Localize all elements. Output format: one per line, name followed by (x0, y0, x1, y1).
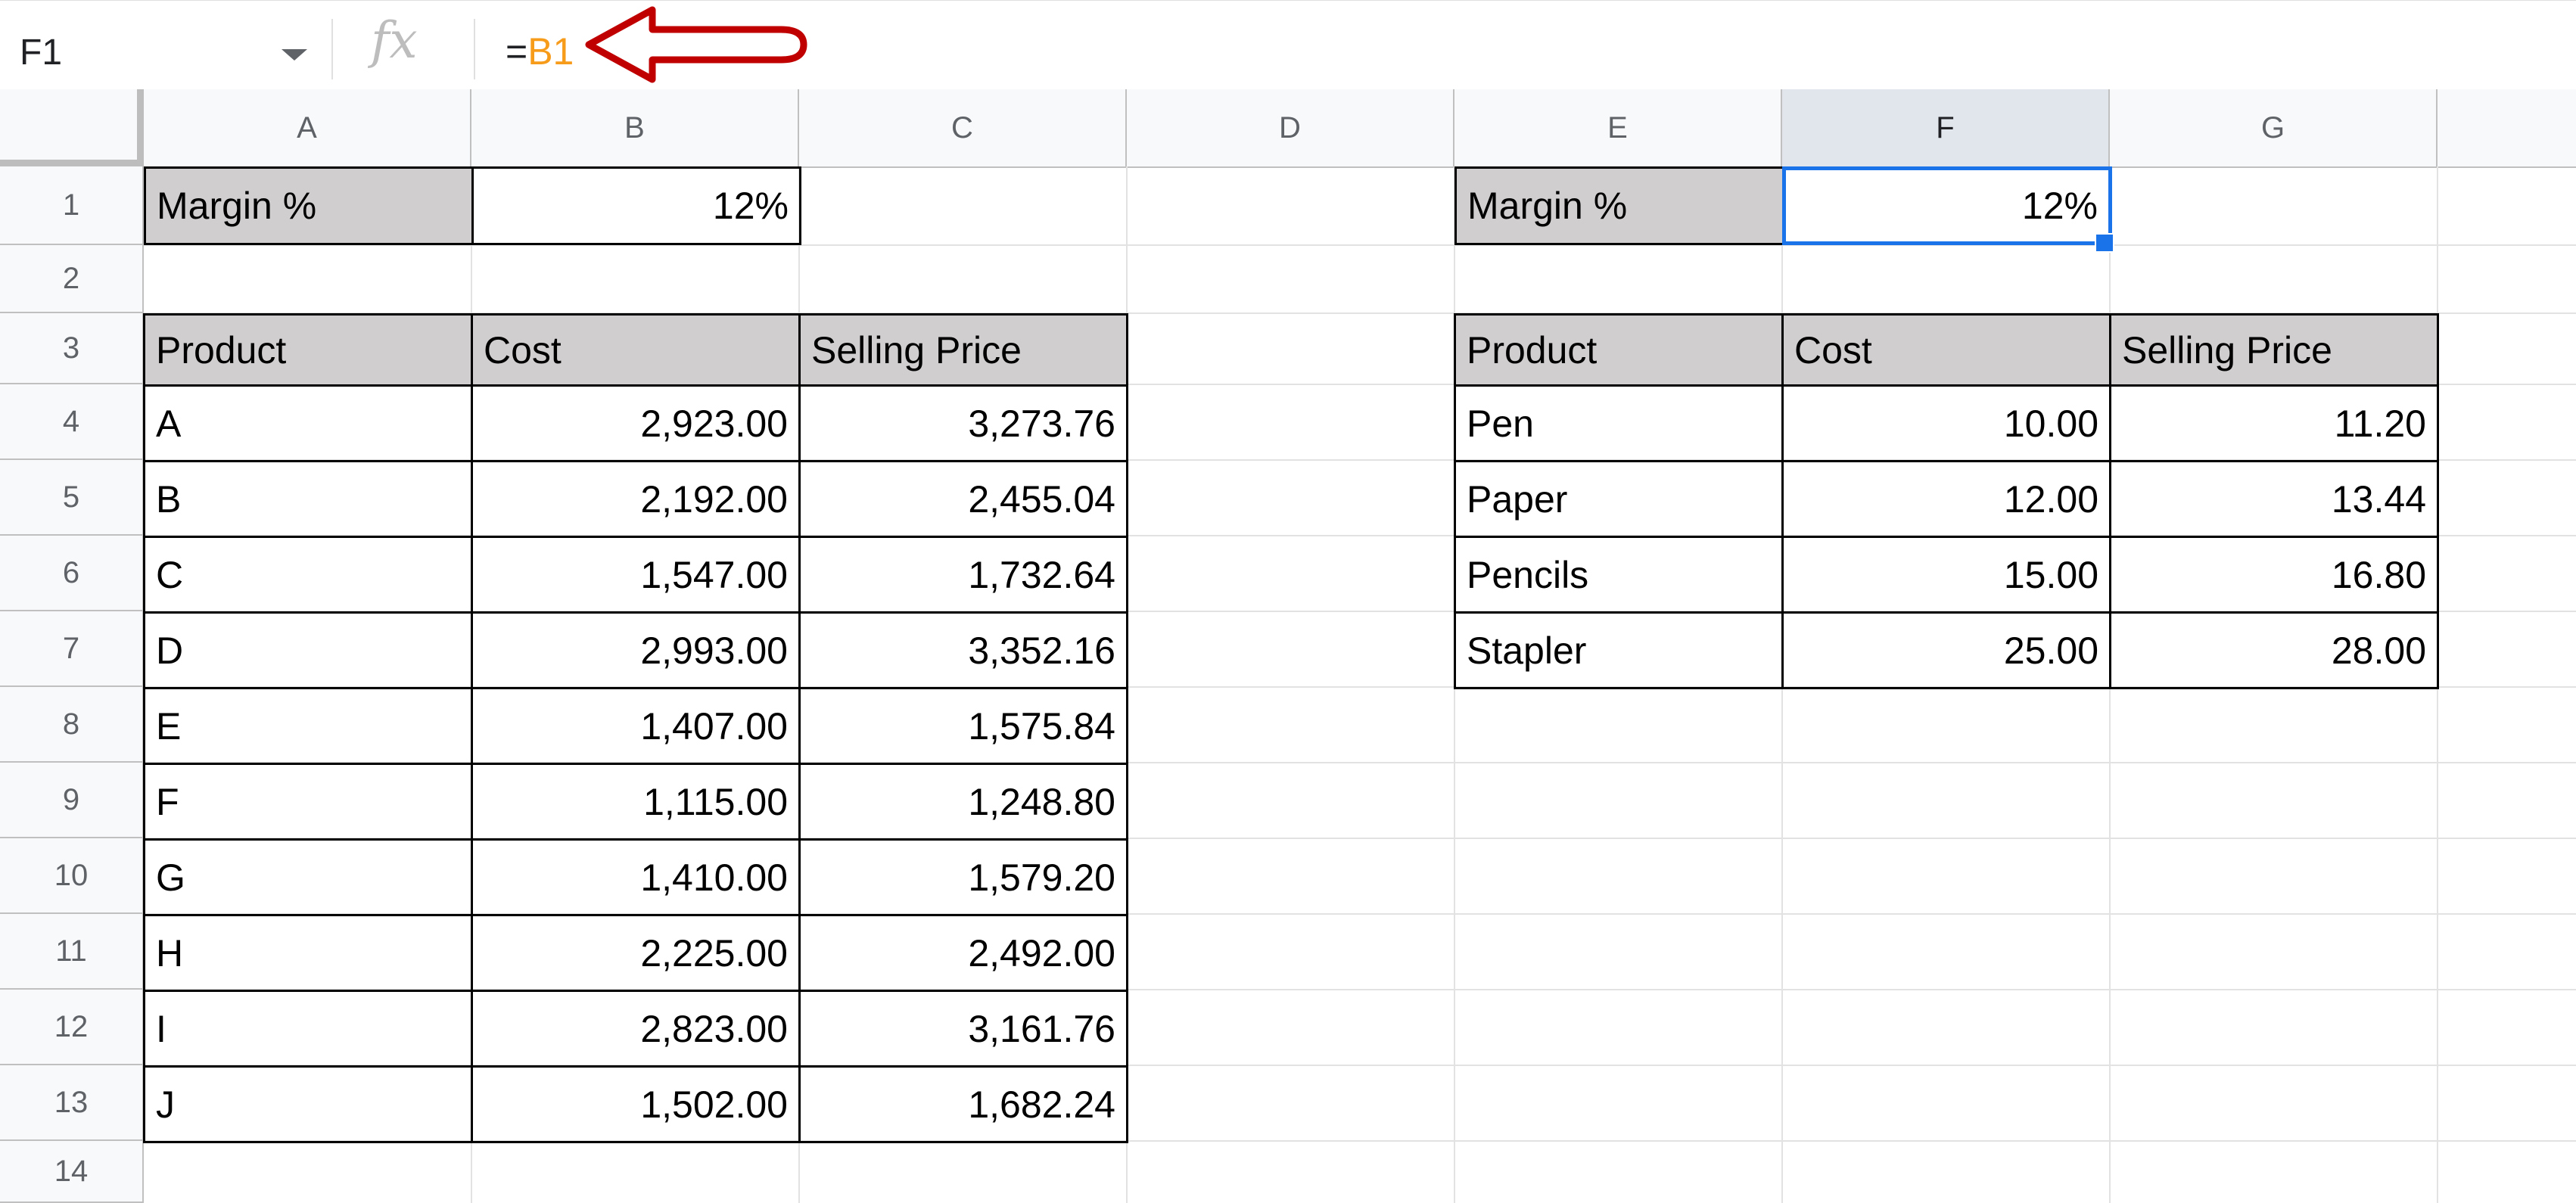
left_table-cell[interactable]: A (143, 384, 473, 462)
row-header-1[interactable]: 1 (0, 166, 144, 245)
right_table-cell[interactable]: 28.00 (2109, 611, 2439, 689)
right_table-cell[interactable]: 13.44 (2109, 460, 2439, 538)
left_table-cell[interactable]: 2,192.00 (471, 460, 801, 538)
right_table-cell[interactable]: 12.00 (1781, 460, 2111, 538)
row-header-6[interactable]: 6 (0, 536, 144, 611)
formula-bar: F1 fx =B1 (0, 0, 2576, 92)
right-margin-label[interactable]: Margin % (1454, 166, 1784, 245)
row-header-12[interactable]: 12 (0, 990, 144, 1065)
right_table-cell[interactable]: Stapler (1454, 611, 1784, 689)
left-margin-value[interactable]: 12% (471, 166, 801, 245)
column-header-c[interactable]: C (799, 89, 1127, 166)
divider (474, 19, 475, 79)
left_table-cell[interactable]: 1,115.00 (471, 763, 801, 841)
right_table-cell[interactable]: Pencils (1454, 536, 1784, 614)
red-left-arrow-icon (585, 6, 807, 83)
left_table-cell[interactable]: 2,923.00 (471, 384, 801, 462)
left_table-cell[interactable]: F (143, 763, 473, 841)
left_table-cell[interactable]: 1,547.00 (471, 536, 801, 614)
left_table-cell[interactable]: 2,455.04 (798, 460, 1128, 538)
column-header-a[interactable]: A (144, 89, 471, 166)
left_table-cell[interactable]: 3,352.16 (798, 611, 1128, 689)
formula-reference: B1 (527, 30, 574, 73)
left_table-cell[interactable]: 2,492.00 (798, 914, 1128, 992)
right_table-cell[interactable]: 10.00 (1781, 384, 2111, 462)
row-header-10[interactable]: 10 (0, 838, 144, 914)
formula-prefix: = (506, 30, 528, 73)
left_table-cell[interactable]: 3,161.76 (798, 990, 1128, 1068)
left_table-cell[interactable]: 3,273.76 (798, 384, 1128, 462)
right_table-header-1[interactable]: Cost (1781, 313, 2111, 387)
left_table-cell[interactable]: 1,575.84 (798, 687, 1128, 765)
row-header-14[interactable]: 14 (0, 1141, 144, 1203)
left_table-cell[interactable]: 2,225.00 (471, 914, 801, 992)
right_table-cell[interactable]: Pen (1454, 384, 1784, 462)
right_table-cell[interactable]: 11.20 (2109, 384, 2439, 462)
column-header-f[interactable]: F (1782, 89, 2110, 166)
right_table-cell[interactable]: 16.80 (2109, 536, 2439, 614)
row-header-3[interactable]: 3 (0, 313, 144, 384)
left_table-cell[interactable]: C (143, 536, 473, 614)
column-header-e[interactable]: E (1454, 89, 1782, 166)
divider (331, 19, 333, 79)
right_table-cell[interactable]: Paper (1454, 460, 1784, 538)
column-header-b[interactable]: B (471, 89, 799, 166)
left_table-cell[interactable]: I (143, 990, 473, 1068)
column-header-d[interactable]: D (1127, 89, 1454, 166)
left_table-cell[interactable]: 1,248.80 (798, 763, 1128, 841)
column-header-g[interactable]: G (2110, 89, 2438, 166)
left_table-header-1[interactable]: Cost (471, 313, 801, 387)
left_table-cell[interactable]: E (143, 687, 473, 765)
fill-handle[interactable] (2095, 233, 2114, 253)
right_table-header-2[interactable]: Selling Price (2109, 313, 2439, 387)
name-box[interactable]: F1 (0, 14, 325, 90)
left_table-header-2[interactable]: Selling Price (798, 313, 1128, 387)
left_table-cell[interactable]: B (143, 460, 473, 538)
row-header-13[interactable]: 13 (0, 1065, 144, 1141)
name-box-value: F1 (20, 32, 63, 73)
left_table-cell[interactable]: 2,993.00 (471, 611, 801, 689)
left_table-header-0[interactable]: Product (143, 313, 473, 387)
row-header-8[interactable]: 8 (0, 687, 144, 763)
left_table-cell[interactable]: H (143, 914, 473, 992)
row-header-11[interactable]: 11 (0, 914, 144, 990)
right_table-cell[interactable]: 25.00 (1781, 611, 2111, 689)
select-all-corner[interactable] (0, 89, 144, 166)
left-margin-label[interactable]: Margin % (144, 166, 474, 245)
row-header-2[interactable]: 2 (0, 245, 144, 313)
left_table-cell[interactable]: J (143, 1065, 473, 1143)
left_table-cell[interactable]: 2,823.00 (471, 990, 801, 1068)
row-header-9[interactable]: 9 (0, 763, 144, 838)
row-header-4[interactable]: 4 (0, 384, 144, 460)
selected-cell-F1[interactable]: 12% (1782, 166, 2112, 245)
fx-icon: fx (371, 11, 418, 70)
left_table-cell[interactable]: 1,732.64 (798, 536, 1128, 614)
chevron-down-icon[interactable] (282, 49, 307, 61)
left_table-cell[interactable]: 1,410.00 (471, 838, 801, 916)
left_table-cell[interactable]: 1,579.20 (798, 838, 1128, 916)
column-header-empty[interactable] (2438, 89, 2576, 166)
right_table-header-0[interactable]: Product (1454, 313, 1784, 387)
formula-input[interactable]: =B1 (506, 30, 574, 73)
left_table-cell[interactable]: 1,502.00 (471, 1065, 801, 1143)
left_table-cell[interactable]: 1,682.24 (798, 1065, 1128, 1143)
left_table-cell[interactable]: 1,407.00 (471, 687, 801, 765)
right_table-cell[interactable]: 15.00 (1781, 536, 2111, 614)
left_table-cell[interactable]: G (143, 838, 473, 916)
row-header-5[interactable]: 5 (0, 460, 144, 536)
left_table-cell[interactable]: D (143, 611, 473, 689)
row-header-7[interactable]: 7 (0, 611, 144, 687)
